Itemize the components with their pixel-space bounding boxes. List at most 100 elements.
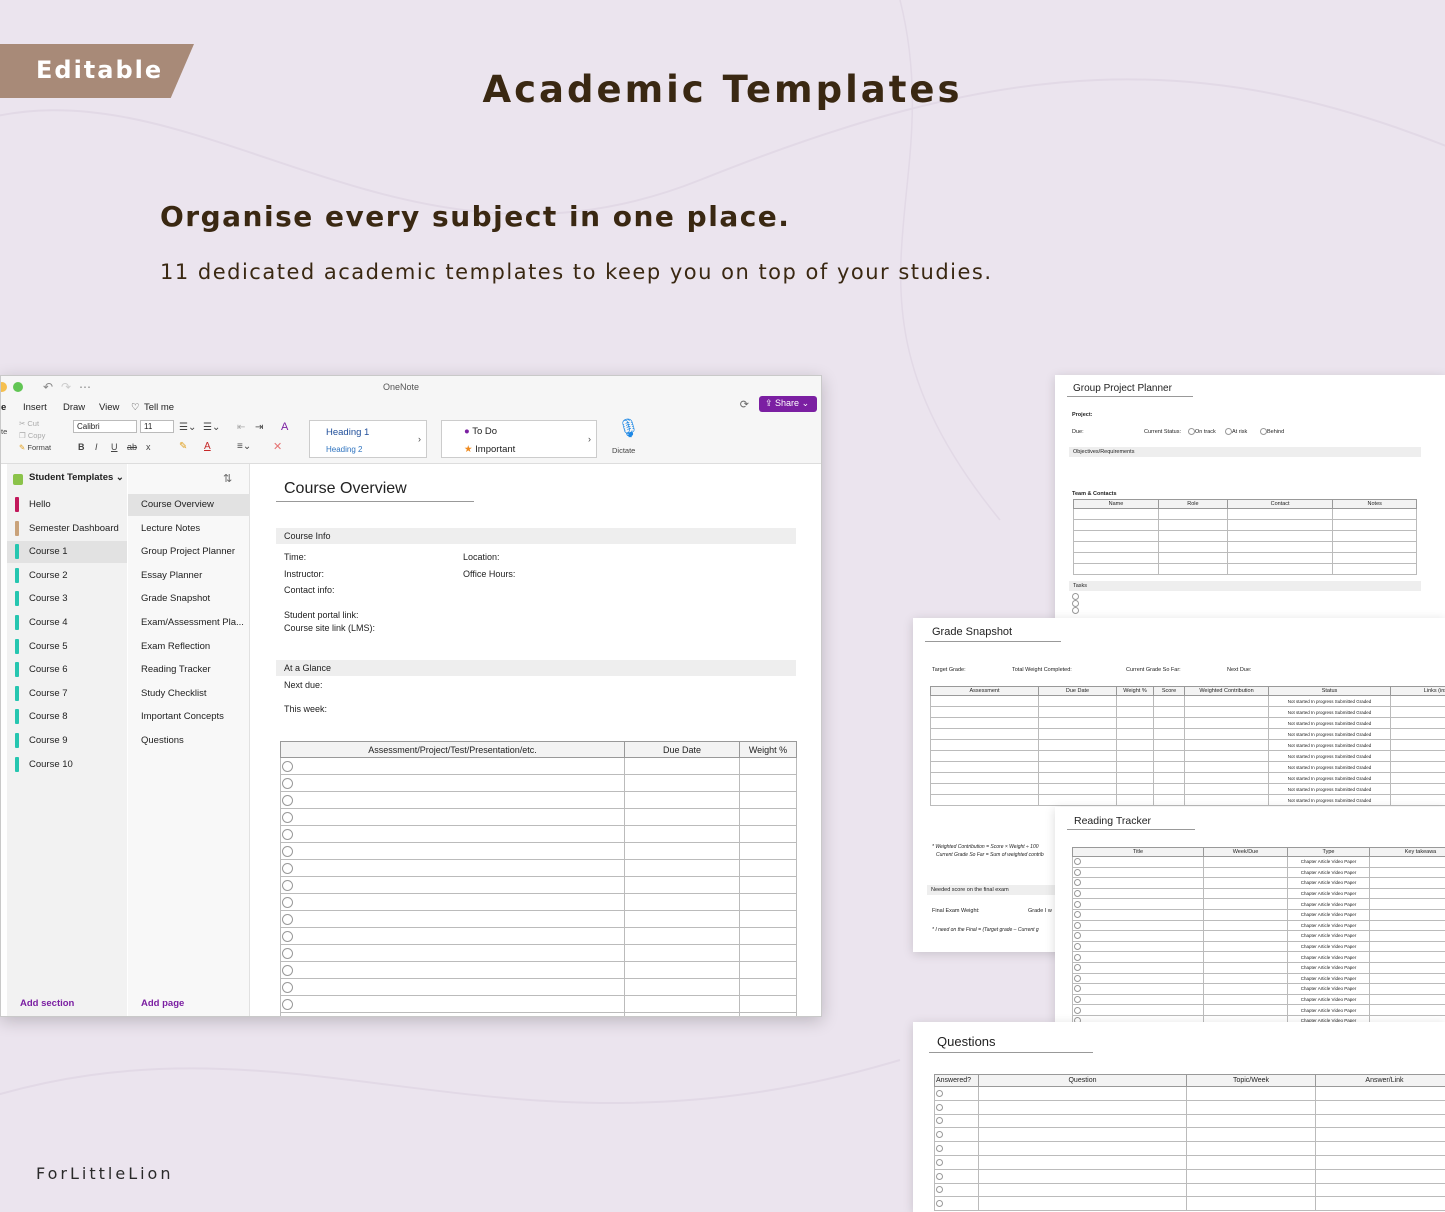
checkbox-circle-icon[interactable] <box>282 998 293 1010</box>
table-cell[interactable] <box>1390 783 1445 795</box>
table-cell[interactable] <box>624 757 740 775</box>
table-cell[interactable] <box>1186 1196 1316 1212</box>
table-cell[interactable] <box>1184 794 1269 806</box>
table-cell[interactable]: Chapter Article Video Paper <box>1287 898 1370 910</box>
table-cell[interactable]: Not started In progress Submitted Graded <box>1268 728 1391 740</box>
section-item[interactable]: Course 7 <box>7 683 127 705</box>
table-cell[interactable] <box>1038 706 1117 718</box>
sync-icon[interactable]: ⟳ <box>740 398 749 411</box>
table-cell[interactable] <box>1332 563 1417 575</box>
table-cell[interactable] <box>1332 530 1417 542</box>
checkbox-circle-icon[interactable] <box>282 794 293 806</box>
table-cell[interactable]: Not started In progress Submitted Graded <box>1268 739 1391 751</box>
delete-icon[interactable]: ✕ <box>273 440 282 453</box>
table-cell[interactable] <box>1073 530 1159 542</box>
page-item[interactable]: Exam/Assessment Pla... <box>128 612 250 634</box>
table-cell[interactable] <box>624 842 740 860</box>
table-cell[interactable] <box>1072 940 1204 953</box>
page-item[interactable]: Questions <box>128 730 250 752</box>
table-cell[interactable] <box>1186 1086 1316 1101</box>
table-cell[interactable] <box>1203 866 1288 879</box>
table-cell[interactable] <box>1203 993 1288 1006</box>
table-cell[interactable] <box>978 1127 1187 1143</box>
table-cell[interactable]: Not started In progress Submitted Graded <box>1268 761 1391 773</box>
table-cell[interactable] <box>934 1154 979 1170</box>
table-cell[interactable] <box>280 757 625 775</box>
table-cell[interactable] <box>1038 783 1117 795</box>
table-cell[interactable] <box>1157 563 1228 575</box>
table-cell[interactable] <box>1186 1113 1316 1129</box>
tags-expand-icon[interactable]: › <box>588 434 591 444</box>
table-cell[interactable] <box>1153 783 1185 795</box>
table-cell[interactable] <box>1369 898 1445 910</box>
this-week-label[interactable]: This week: <box>284 704 327 714</box>
table-cell[interactable] <box>1157 519 1228 531</box>
table-cell[interactable] <box>1390 750 1445 762</box>
table-cell[interactable] <box>1153 695 1185 707</box>
table-cell[interactable] <box>1038 761 1117 773</box>
cut-button[interactable]: ✂ Cut <box>19 419 39 428</box>
table-cell[interactable] <box>624 774 740 792</box>
note-page-title[interactable]: Course Overview <box>284 480 407 498</box>
table-cell[interactable] <box>624 927 740 945</box>
table-cell[interactable] <box>739 757 797 775</box>
table-cell[interactable] <box>1184 739 1269 751</box>
table-cell[interactable] <box>1072 919 1204 932</box>
table-cell[interactable] <box>1203 898 1288 910</box>
table-cell[interactable] <box>1184 717 1269 729</box>
table-cell[interactable] <box>1332 541 1417 553</box>
checkbox-circle-icon[interactable] <box>1074 996 1081 1004</box>
table-cell[interactable] <box>978 1141 1187 1156</box>
table-cell[interactable] <box>1369 940 1445 953</box>
table-cell[interactable] <box>1038 772 1117 784</box>
checkbox-circle-icon[interactable] <box>282 913 293 925</box>
table-cell[interactable] <box>1226 530 1334 542</box>
table-cell[interactable] <box>1072 856 1204 868</box>
highlight-icon[interactable]: ✎ <box>179 441 187 452</box>
sort-icon[interactable]: ⇅ <box>223 472 232 485</box>
checkbox-circle-icon[interactable] <box>1074 858 1081 866</box>
table-cell[interactable] <box>739 859 797 877</box>
table-cell[interactable] <box>1153 761 1185 773</box>
tell-me[interactable]: Tell me <box>144 402 174 413</box>
section-item[interactable]: Course 5 <box>7 636 127 658</box>
page-item[interactable]: Lecture Notes <box>128 518 250 540</box>
table-cell[interactable] <box>1038 728 1117 740</box>
styles-expand-icon[interactable]: › <box>418 434 421 444</box>
table-cell[interactable] <box>739 995 797 1013</box>
table-cell[interactable] <box>1369 930 1445 942</box>
indent-icon[interactable]: ⇥ <box>255 422 263 433</box>
table-cell[interactable] <box>739 978 797 996</box>
table-cell[interactable] <box>1038 695 1117 707</box>
bold-button[interactable]: B <box>78 442 85 452</box>
table-cell[interactable] <box>1390 728 1445 740</box>
table-cell[interactable] <box>739 774 797 792</box>
section-item[interactable]: Semester Dashboard <box>7 518 127 540</box>
table-cell[interactable] <box>624 859 740 877</box>
page-item[interactable]: Essay Planner <box>128 565 250 587</box>
tags-gallery[interactable]: ● To Do ★ Important › <box>441 420 597 458</box>
page-item[interactable]: Exam Reflection <box>128 636 250 658</box>
table-cell[interactable] <box>280 995 625 1013</box>
table-cell[interactable] <box>1203 961 1288 974</box>
add-page-button[interactable]: Add page <box>141 998 184 1009</box>
table-cell[interactable] <box>1116 706 1154 718</box>
table-cell[interactable] <box>1369 919 1445 932</box>
table-cell[interactable] <box>1203 1004 1288 1016</box>
table-cell[interactable] <box>1153 717 1185 729</box>
table-cell[interactable] <box>978 1086 1187 1101</box>
table-cell[interactable] <box>624 808 740 826</box>
table-cell[interactable] <box>1226 552 1334 564</box>
paste-label[interactable]: te <box>1 427 7 436</box>
table-cell[interactable] <box>1315 1168 1445 1184</box>
table-cell[interactable] <box>1332 519 1417 531</box>
table-cell[interactable] <box>1116 761 1154 773</box>
table-cell[interactable] <box>1390 739 1445 751</box>
table-cell[interactable] <box>1203 877 1288 889</box>
table-cell[interactable] <box>1315 1086 1445 1101</box>
table-cell[interactable] <box>930 717 1039 729</box>
table-cell[interactable] <box>1390 695 1445 707</box>
table-cell[interactable] <box>978 1168 1187 1184</box>
table-cell[interactable] <box>1186 1182 1316 1198</box>
table-cell[interactable] <box>1116 794 1154 806</box>
